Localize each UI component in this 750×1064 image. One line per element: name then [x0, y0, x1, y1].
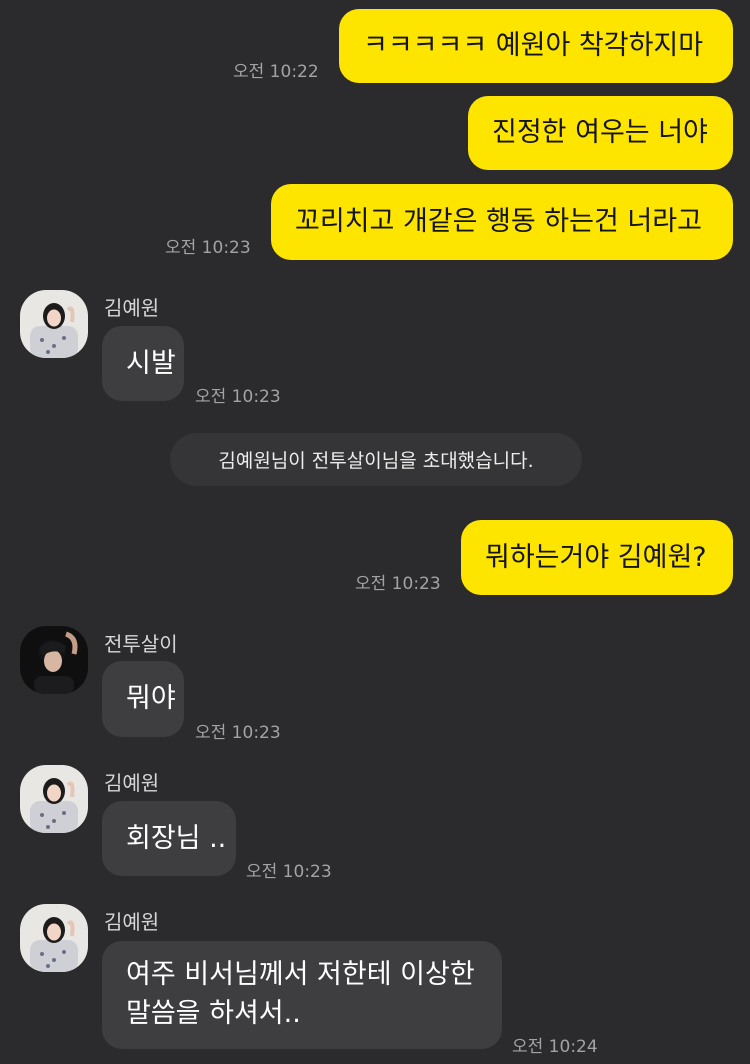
message-bubble-outgoing[interactable]: 진정한 여우는 너야 [468, 96, 733, 170]
message-bubble-outgoing[interactable]: 뭐하는거야 김예원? [461, 520, 733, 595]
sender-name: 김예원 [104, 296, 160, 320]
message-text: ㅋㅋㅋㅋㅋ 예원아 착각하지마 [363, 30, 704, 61]
message-text: 진정한 여우는 너야 [492, 117, 708, 148]
message-time: 오전 10:23 [165, 238, 251, 258]
avatar[interactable] [20, 904, 88, 972]
message-time: 오전 10:22 [233, 62, 319, 82]
system-message: 김예원님이 전투살이님을 초대했습니다. [170, 433, 582, 486]
system-message-text: 김예원님이 전투살이님을 초대했습니다. [218, 450, 534, 472]
message-bubble-incoming[interactable]: 여주 비서님께서 저한테 이상한 말씀을 하셔서.. [102, 941, 502, 1049]
message-bubble-incoming[interactable]: 시발 [102, 326, 184, 401]
message-time: 오전 10:24 [512, 1037, 598, 1057]
chat-area[interactable]: ㅋㅋㅋㅋㅋ 예원아 착각하지마 오전 10:22 진정한 여우는 너야 꼬리치고… [0, 0, 750, 1064]
message-bubble-outgoing[interactable]: 꼬리치고 개같은 행동 하는건 너라고 [271, 184, 733, 260]
message-bubble-incoming[interactable]: 회장님 .. [102, 801, 236, 876]
message-time: 오전 10:23 [195, 723, 281, 743]
message-text: 여주 비서님께서 저한테 이상한 말씀을 하셔서.. [126, 959, 475, 1029]
message-text: 뭐하는거야 김예원? [485, 541, 707, 573]
message-time: 오전 10:23 [246, 862, 332, 882]
message-bubble-outgoing[interactable]: ㅋㅋㅋㅋㅋ 예원아 착각하지마 [339, 9, 733, 83]
boy-photo-avatar-icon [20, 626, 88, 694]
girl-photo-avatar-icon [20, 765, 88, 833]
message-text: 뭐야 [126, 683, 176, 714]
sender-name: 김예원 [104, 771, 160, 795]
sender-name: 김예원 [104, 910, 160, 934]
message-text: 회장님 .. [126, 822, 227, 854]
message-time: 오전 10:23 [355, 574, 441, 594]
avatar[interactable] [20, 290, 88, 358]
message-bubble-incoming[interactable]: 뭐야 [102, 661, 184, 737]
avatar[interactable] [20, 626, 88, 694]
girl-photo-avatar-icon [20, 904, 88, 972]
sender-name: 전투살이 [104, 632, 178, 656]
message-time: 오전 10:23 [195, 387, 281, 407]
message-text: 꼬리치고 개같은 행동 하는건 너라고 [295, 206, 702, 237]
avatar[interactable] [20, 765, 88, 833]
girl-photo-avatar-icon [20, 290, 88, 358]
message-text: 시발 [126, 347, 176, 379]
